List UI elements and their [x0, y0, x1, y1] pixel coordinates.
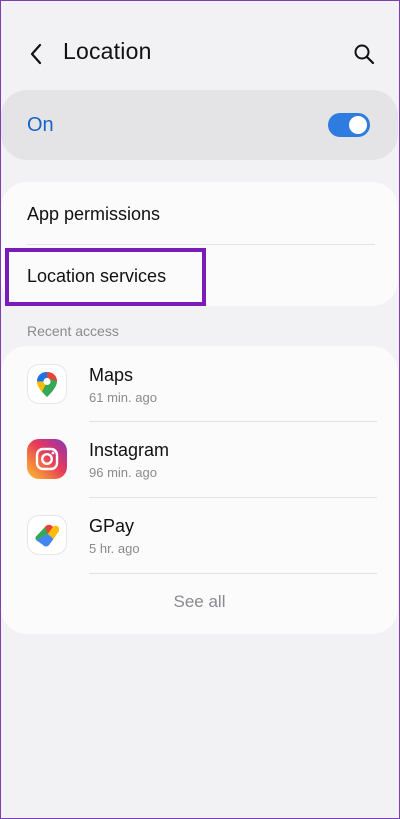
- app-name: Maps: [89, 365, 134, 385]
- toggle-knob: [349, 116, 367, 134]
- section-label-recent-access: Recent access: [27, 323, 119, 339]
- recent-app-row-instagram[interactable]: Instagram 96 min. ago: [1, 421, 398, 496]
- app-last-access: 61 min. ago: [89, 390, 157, 405]
- google-pay-icon: [27, 515, 67, 555]
- chevron-left-icon[interactable]: [22, 40, 50, 68]
- location-master-switch-row[interactable]: On: [1, 90, 398, 160]
- recent-access-card: Maps 61 min. ago Instagram 96 min. ago G…: [1, 346, 398, 634]
- google-maps-icon: [27, 364, 67, 404]
- app-name: GPay: [89, 516, 135, 536]
- location-state-label: On: [27, 114, 54, 136]
- recent-app-row-gpay[interactable]: GPay 5 hr. ago: [1, 497, 398, 572]
- app-last-access: 5 hr. ago: [89, 541, 140, 556]
- search-icon[interactable]: [350, 40, 378, 68]
- instagram-icon: [27, 439, 67, 479]
- app-last-access: 96 min. ago: [89, 465, 157, 480]
- recent-app-row-maps[interactable]: Maps 61 min. ago: [1, 346, 398, 421]
- divider: [27, 244, 375, 245]
- page-title: Location: [63, 38, 152, 64]
- highlight-box: [5, 248, 206, 306]
- location-toggle[interactable]: [328, 113, 370, 137]
- divider: [89, 573, 377, 574]
- see-all-button[interactable]: See all: [1, 592, 398, 612]
- app-permissions-item[interactable]: App permissions: [27, 204, 160, 225]
- app-name: Instagram: [89, 440, 170, 460]
